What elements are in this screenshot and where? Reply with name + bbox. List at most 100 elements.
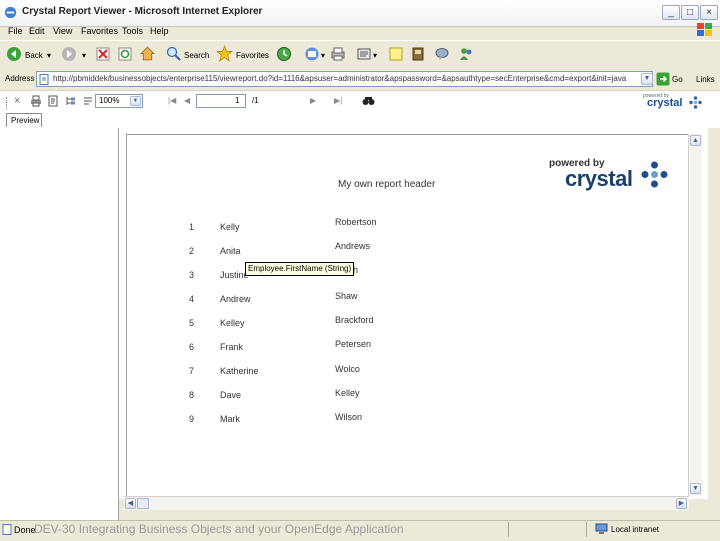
export-icon[interactable] <box>47 95 59 107</box>
edit-icon[interactable] <box>356 46 372 62</box>
format-icon[interactable] <box>82 95 94 107</box>
find-icon[interactable] <box>362 95 375 107</box>
favorites-label[interactable]: Favorites <box>236 51 269 60</box>
menu-favorites[interactable]: Favorites <box>81 26 118 36</box>
crystal-logo: powered by crystal <box>548 157 670 195</box>
search-icon[interactable] <box>166 46 182 62</box>
zoom-select[interactable]: 100% ▼ <box>95 94 143 108</box>
row-first-name: Anita <box>220 246 241 256</box>
address-url: http://pbmiddek/businessobjects/enterpri… <box>53 74 627 83</box>
window-title: Crystal Report Viewer - Microsoft Intern… <box>22 6 263 17</box>
prev-page-icon[interactable]: ◀ <box>184 96 190 105</box>
row-number: 8 <box>188 390 194 400</box>
search-label[interactable]: Search <box>184 51 209 60</box>
row-number: 5 <box>188 318 194 328</box>
zoom-value: 100% <box>99 96 120 105</box>
minimize-button[interactable]: _ <box>662 5 680 20</box>
row-first-name: Andrew <box>220 294 251 304</box>
menu-view[interactable]: View <box>53 26 72 36</box>
page-number-value: 1 <box>235 96 240 105</box>
horizontal-scrollbar[interactable]: ◀ ▶ <box>124 496 689 510</box>
windows-logo-icon <box>697 23 712 36</box>
back-label[interactable]: Back <box>25 51 43 60</box>
research-icon[interactable] <box>410 46 426 62</box>
group-tree-icon[interactable] <box>65 95 77 107</box>
row-number: 7 <box>188 366 194 376</box>
first-page-icon[interactable]: |◀ <box>168 96 176 105</box>
home-icon[interactable] <box>139 45 156 62</box>
messenger-icon[interactable] <box>434 46 450 62</box>
go-icon[interactable] <box>656 72 670 86</box>
note-icon[interactable] <box>388 46 404 62</box>
menu-help[interactable]: Help <box>150 26 169 36</box>
forward-icon[interactable] <box>61 46 77 62</box>
done-page-icon <box>2 524 12 535</box>
row-first-name: Kelly <box>220 222 240 232</box>
report-header: My own report header <box>338 179 436 190</box>
group-tree-panel <box>0 128 119 522</box>
row-number: 2 <box>188 246 194 256</box>
next-page-icon[interactable]: ▶ <box>310 96 316 105</box>
row-number: 1 <box>188 222 194 232</box>
status-divider <box>508 522 509 537</box>
menu-tools[interactable]: Tools <box>122 26 143 36</box>
go-label[interactable]: Go <box>672 75 683 84</box>
crystal-small-wordmark: crystal <box>647 97 683 109</box>
row-last-name: Shaw <box>335 291 358 301</box>
last-page-icon[interactable]: ▶| <box>334 96 342 105</box>
mail-icon[interactable] <box>304 46 320 62</box>
scroll-up-icon[interactable]: ▲ <box>690 135 701 146</box>
address-label: Address <box>5 74 35 83</box>
links-label[interactable]: Links <box>696 75 715 84</box>
row-first-name: Dave <box>220 390 242 400</box>
menu-edit[interactable]: Edit <box>29 26 45 36</box>
crystal-logo-small: powered by crystal <box>641 91 703 111</box>
back-dropdown-icon[interactable]: ▾ <box>47 51 51 60</box>
history-icon[interactable] <box>276 46 292 62</box>
row-last-name: Wilson <box>335 412 363 422</box>
scroll-thumb[interactable] <box>137 498 149 509</box>
scroll-down-icon[interactable]: ▼ <box>690 483 701 494</box>
refresh-icon[interactable] <box>118 47 132 61</box>
status-divider <box>586 522 587 537</box>
status-zone: Local intranet <box>611 525 660 534</box>
row-first-name: Katherine <box>220 366 259 376</box>
vertical-scrollbar[interactable]: ▲ ▼ <box>688 134 702 496</box>
zoom-dropdown-icon[interactable]: ▼ <box>130 96 141 106</box>
intranet-icon <box>595 523 608 534</box>
edit-dropdown-icon[interactable]: ▾ <box>373 51 377 60</box>
row-first-name: Kelley <box>220 318 245 328</box>
crystal-dots-icon <box>641 161 668 188</box>
crystal-wordmark: crystal <box>565 166 633 191</box>
row-first-name: Frank <box>220 342 244 352</box>
toolbar-grip <box>6 97 8 109</box>
row-last-name: Robertson <box>335 217 377 227</box>
close-report-icon[interactable]: × <box>14 95 20 107</box>
close-button[interactable]: × <box>700 5 718 20</box>
maximize-button[interactable]: □ <box>681 5 699 20</box>
forward-dropdown-icon[interactable]: ▾ <box>82 51 86 60</box>
tab-preview[interactable]: Preview <box>6 113 42 127</box>
scroll-left-icon[interactable]: ◀ <box>125 498 136 509</box>
contacts-icon[interactable] <box>458 46 474 62</box>
address-input[interactable]: http://pbmiddek/businessobjects/enterpri… <box>36 71 653 87</box>
print-icon[interactable] <box>330 46 346 62</box>
row-number: 3 <box>188 270 194 280</box>
back-icon[interactable] <box>6 46 22 62</box>
row-last-name: Andrews <box>335 241 371 251</box>
stop-icon[interactable] <box>96 47 110 61</box>
address-dropdown-icon[interactable]: ▼ <box>641 73 653 85</box>
favorites-icon[interactable] <box>216 45 233 62</box>
print-report-icon[interactable] <box>30 95 42 107</box>
row-number: 4 <box>188 294 194 304</box>
scroll-right-icon[interactable]: ▶ <box>676 498 687 509</box>
page-icon <box>39 74 49 85</box>
page-number-input[interactable]: 1 <box>196 94 246 108</box>
mail-dropdown-icon[interactable]: ▾ <box>321 51 325 60</box>
crystal-dots-small-icon <box>689 96 702 109</box>
slide-caption: DEV-30 Integrating Business Objects and … <box>34 522 404 536</box>
menu-file[interactable]: File <box>8 26 23 36</box>
row-number: 9 <box>188 414 194 424</box>
row-last-name: Petersen <box>335 339 372 349</box>
row-last-name: Brackford <box>335 315 374 325</box>
